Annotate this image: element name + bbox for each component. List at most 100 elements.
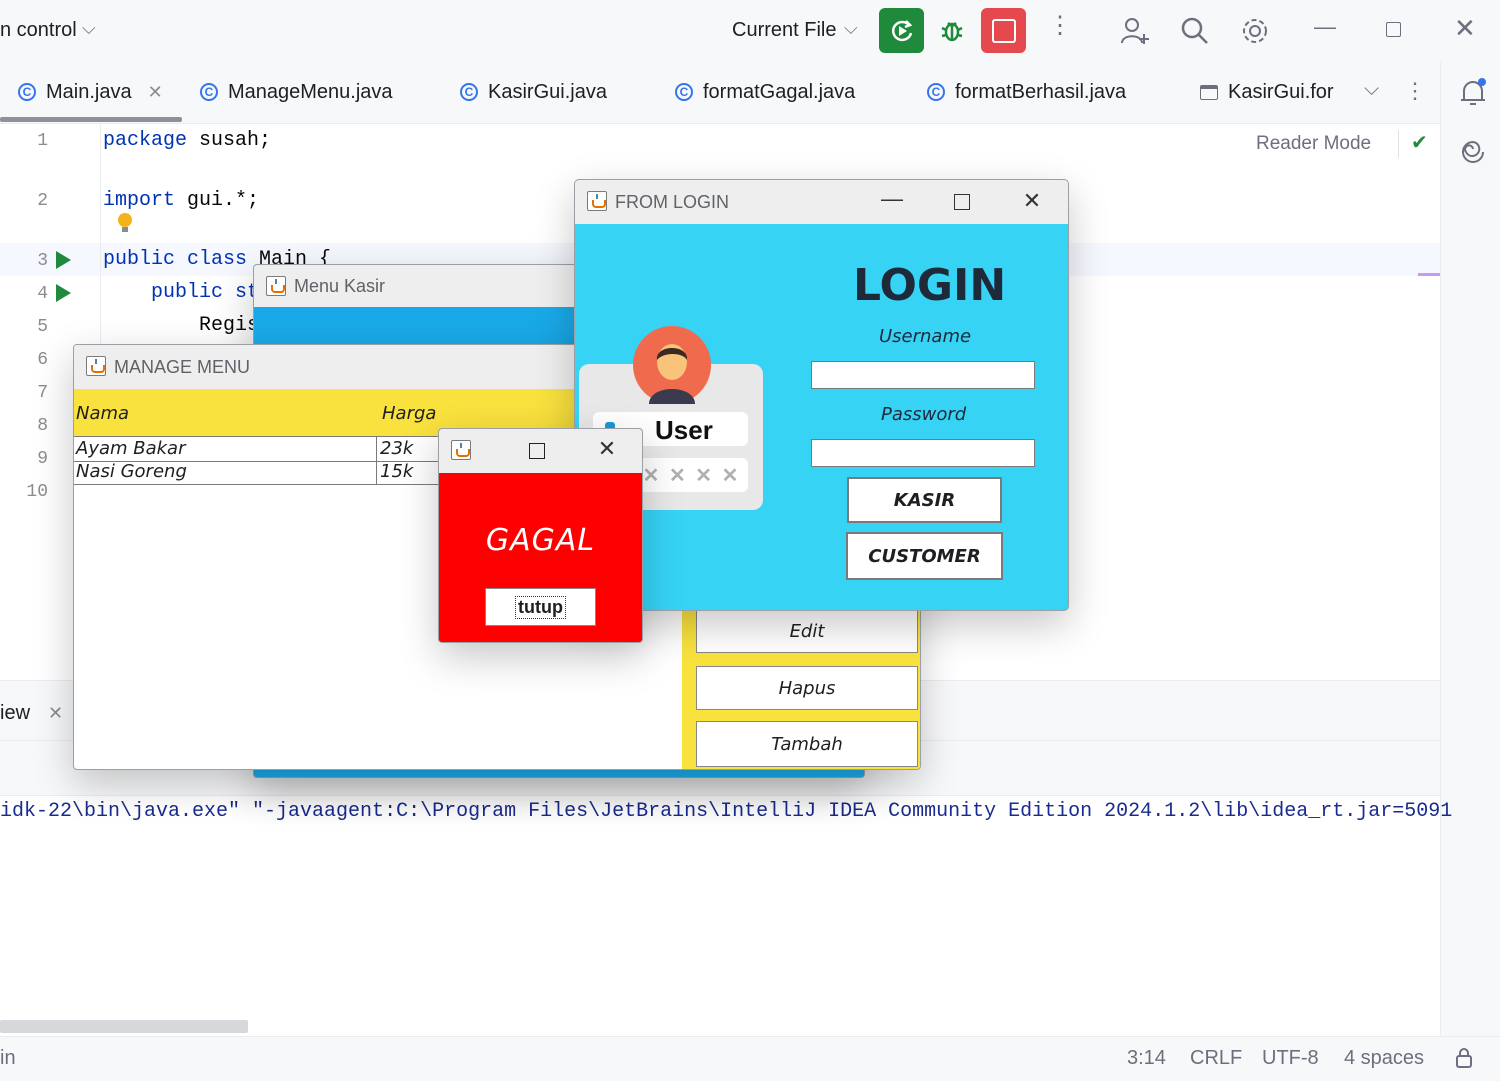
- notifications-bell-icon[interactable]: [1459, 78, 1487, 113]
- run-tab-label[interactable]: iew: [0, 702, 30, 725]
- line-separator[interactable]: CRLF: [1190, 1047, 1242, 1070]
- tutup-button[interactable]: tutup: [485, 588, 596, 626]
- reader-mode-toggle[interactable]: Reader Mode: [1256, 133, 1371, 155]
- more-actions-icon[interactable]: ⋮: [1048, 14, 1072, 38]
- file-encoding[interactable]: UTF-8: [1262, 1047, 1319, 1070]
- close-icon[interactable]: ✕: [1454, 13, 1476, 44]
- tab-close-icon[interactable]: ✕: [148, 82, 163, 103]
- column-header-nama[interactable]: Nama: [76, 403, 129, 424]
- run-gutter-icon[interactable]: [56, 284, 71, 302]
- gagal-dialog: ✕ GAGAL tutup: [438, 428, 643, 643]
- tab-label: KasirGui.java: [488, 80, 607, 103]
- active-tab-indicator: [0, 117, 182, 122]
- java-app-icon: [86, 356, 106, 376]
- username-field[interactable]: [811, 361, 1035, 389]
- intention-bulb-icon[interactable]: [116, 212, 134, 239]
- indent-setting[interactable]: 4 spaces: [1344, 1047, 1424, 1070]
- cell-divider: [376, 437, 377, 461]
- project-name[interactable]: n control: [0, 19, 77, 42]
- tab-formatberhasil-java[interactable]: C formatBerhasil.java: [927, 62, 1126, 122]
- tab-label: ManageMenu.java: [228, 80, 393, 103]
- run-gutter-icon[interactable]: [56, 251, 71, 269]
- window-minimize-icon[interactable]: —: [877, 186, 907, 212]
- user-card-label: User: [655, 415, 713, 445]
- rerun-button[interactable]: [879, 8, 924, 53]
- window-close-icon[interactable]: ✕: [592, 436, 622, 462]
- search-icon[interactable]: [1180, 16, 1210, 51]
- code-line-2: import gui.*;: [103, 189, 260, 212]
- cell-nama: Ayam Bakar: [76, 438, 186, 459]
- button-panel: Edit Hapus Tambah: [682, 609, 920, 769]
- status-breadcrumb[interactable]: in: [0, 1047, 16, 1070]
- caret-position[interactable]: 3:14: [1127, 1047, 1166, 1070]
- ai-assistant-icon[interactable]: [1459, 138, 1487, 171]
- tab-label: formatBerhasil.java: [955, 80, 1127, 103]
- tabs-dropdown-icon[interactable]: ⌵: [1364, 78, 1379, 101]
- editor-tabs: C Main.java ✕ C ManageMenu.java C KasirG…: [0, 62, 1440, 124]
- tab-label: formatGagal.java: [703, 80, 856, 103]
- tab-managemenu-java[interactable]: C ManageMenu.java: [200, 62, 393, 122]
- window-close-icon[interactable]: ✕: [1017, 188, 1047, 214]
- lock-icon[interactable]: [1455, 1047, 1473, 1074]
- gagal-titlebar[interactable]: ✕: [439, 429, 642, 473]
- code-line-1: package susah;: [103, 129, 272, 152]
- restore-icon[interactable]: [1386, 22, 1401, 37]
- class-icon: C: [18, 83, 36, 101]
- scroll-marker: [1418, 273, 1440, 276]
- class-icon: C: [200, 83, 218, 101]
- cell-harga: 15k: [380, 461, 414, 482]
- inspection-ok-icon[interactable]: ✔: [1411, 130, 1428, 155]
- java-app-icon: [587, 191, 607, 211]
- tab-kasirgui-java[interactable]: C KasirGui.java: [460, 62, 607, 122]
- project-chevron-icon[interactable]: ⌵: [82, 18, 96, 39]
- code-line-4: public st: [151, 281, 260, 304]
- class-icon: C: [927, 83, 945, 101]
- password-field[interactable]: [811, 439, 1035, 467]
- tabs-more-icon[interactable]: ⋮: [1404, 78, 1426, 104]
- line-number: 1: [37, 131, 48, 151]
- java-app-icon: [266, 276, 286, 296]
- stop-button[interactable]: [981, 8, 1026, 53]
- hapus-button[interactable]: Hapus: [696, 666, 918, 710]
- run-config-chevron-icon[interactable]: ⌵: [844, 18, 858, 39]
- window-maximize-icon[interactable]: [954, 194, 970, 210]
- tab-main-java[interactable]: C Main.java ✕: [18, 62, 163, 122]
- cell-nama: Nasi Goreng: [76, 461, 187, 482]
- gagal-message: GAGAL: [485, 523, 596, 558]
- debug-button[interactable]: [932, 10, 972, 50]
- status-bar: in 3:14 CRLF UTF-8 4 spaces: [0, 1036, 1500, 1081]
- tambah-button[interactable]: Tambah: [696, 721, 918, 767]
- tab-formatgagal-java[interactable]: C formatGagal.java: [675, 62, 855, 122]
- window-title: MANAGE MENU: [114, 357, 251, 377]
- edit-button[interactable]: Edit: [696, 609, 918, 653]
- minimize-icon[interactable]: —: [1314, 14, 1336, 40]
- password-label: Password: [881, 404, 967, 425]
- login-heading: LOGIN: [853, 260, 1007, 311]
- kasir-button[interactable]: KASIR: [847, 477, 1002, 523]
- window-title: Menu Kasir: [294, 276, 386, 296]
- line-number: 7: [37, 383, 48, 403]
- customer-button[interactable]: CUSTOMER: [846, 532, 1003, 580]
- horizontal-scrollbar[interactable]: [0, 1020, 248, 1033]
- line-number: 3: [37, 251, 48, 271]
- line-number: 4: [37, 284, 48, 304]
- tutup-label: tutup: [515, 595, 566, 619]
- java-app-icon: [451, 440, 471, 460]
- login-titlebar[interactable]: FROM LOGIN — ✕: [575, 180, 1068, 224]
- run-tab-close-icon[interactable]: ✕: [48, 703, 63, 724]
- run-config-selector[interactable]: Current File: [732, 19, 836, 42]
- user-avatar-icon: [633, 326, 711, 409]
- settings-gear-icon[interactable]: [1240, 16, 1270, 51]
- password-mask-box: ✕ ✕ ✕ ✕: [635, 458, 748, 492]
- window-maximize-icon[interactable]: [529, 443, 545, 459]
- line-number: 5: [37, 317, 48, 337]
- add-user-icon[interactable]: [1120, 16, 1150, 51]
- right-tool-strip: [1440, 62, 1500, 1037]
- rerun-icon: [891, 19, 912, 41]
- cell-harga: 23k: [380, 438, 414, 459]
- line-number: 6: [37, 350, 48, 370]
- tab-kasirgui-form[interactable]: KasirGui.for: [1200, 62, 1334, 122]
- column-header-harga[interactable]: Harga: [382, 403, 436, 424]
- username-label: Username: [879, 326, 972, 347]
- line-number: 2: [37, 191, 48, 211]
